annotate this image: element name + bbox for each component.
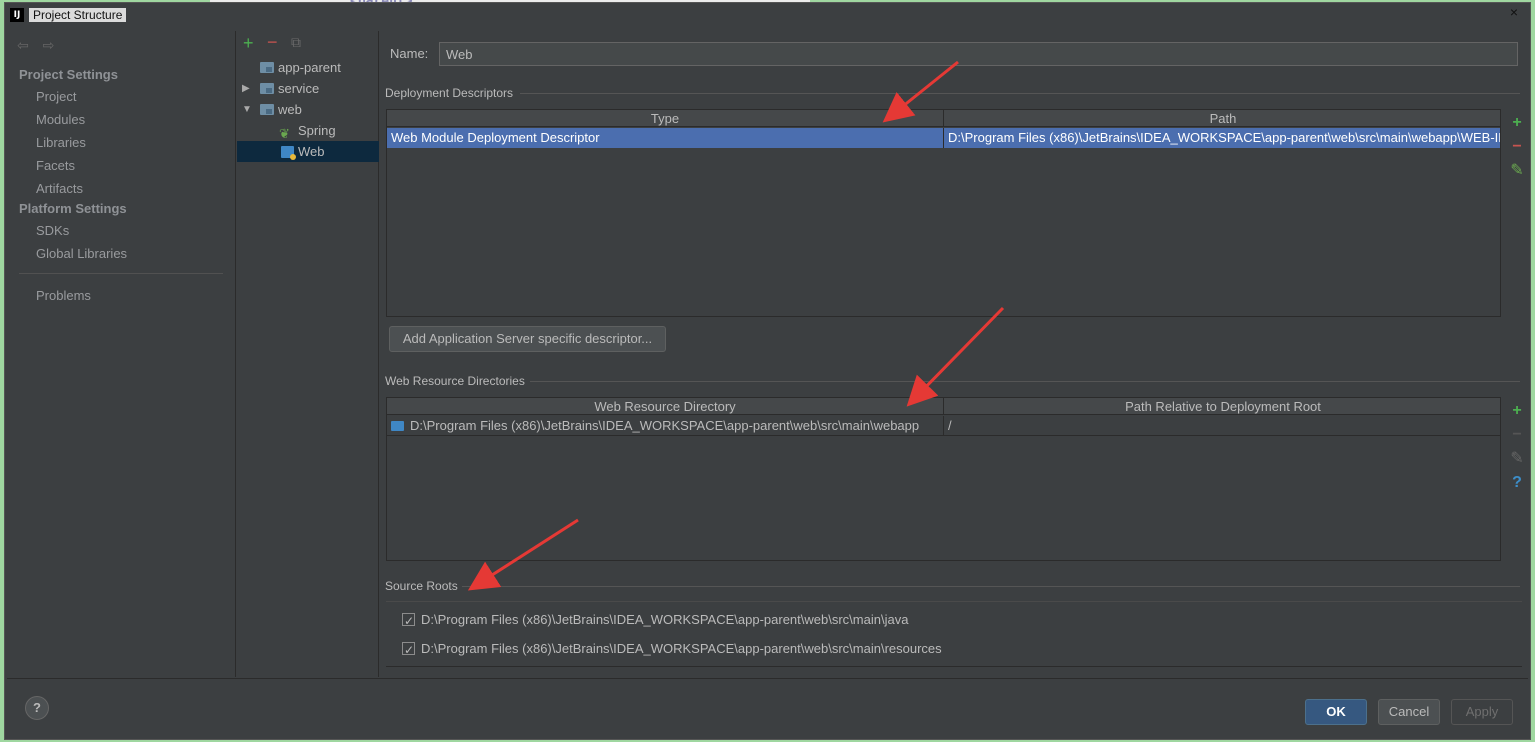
nav-item-modules[interactable]: Modules (36, 112, 85, 127)
resource-dir-text: D:\Program Files (x86)\JetBrains\IDEA_WO… (410, 418, 920, 433)
column-header-relative-path[interactable]: Path Relative to Deployment Root (944, 398, 1502, 415)
name-field[interactable] (439, 42, 1518, 66)
module-tree: + − ⧉ app-parent ▶ service ▼ web ❦ Sprin… (237, 31, 379, 677)
add-icon[interactable]: + (243, 33, 254, 54)
table-header: Web Resource Directory Path Relative to … (387, 398, 1500, 415)
forward-arrow-icon[interactable]: ⇨ (43, 37, 55, 53)
tree-item-label: web (278, 102, 302, 117)
add-icon[interactable]: + (1504, 399, 1530, 423)
source-roots-panel: D:\Program Files (x86)\JetBrains\IDEA_WO… (386, 601, 1522, 667)
expand-arrow-icon[interactable]: ▶ (242, 78, 250, 99)
platform-settings-heading: Platform Settings (19, 201, 127, 216)
name-label: Name: (390, 46, 429, 61)
module-folder-icon (260, 62, 274, 73)
nav-item-project[interactable]: Project (36, 89, 76, 104)
tree-item-app-parent[interactable]: app-parent (237, 57, 379, 78)
back-arrow-icon[interactable]: ⇦ (17, 37, 29, 53)
nav-item-sdks[interactable]: SDKs (36, 223, 69, 238)
source-root-resources[interactable]: D:\Program Files (x86)\JetBrains\IDEA_WO… (402, 639, 942, 660)
nav-divider (19, 273, 223, 274)
column-header-web-resource-directory[interactable]: Web Resource Directory (387, 398, 944, 415)
nav-item-problems[interactable]: Problems (36, 288, 91, 303)
module-folder-icon (260, 83, 274, 94)
nav-item-global-libraries[interactable]: Global Libraries (36, 246, 127, 261)
source-root-java[interactable]: D:\Program Files (x86)\JetBrains\IDEA_WO… (402, 610, 909, 631)
add-server-descriptor-button[interactable]: Add Application Server specific descript… (389, 326, 666, 352)
web-facet-icon (281, 146, 296, 160)
deployment-side-toolbar: + − ✎ (1504, 111, 1530, 183)
module-folder-icon (260, 104, 274, 115)
nav-arrows: ⇦ ⇨ (17, 37, 64, 54)
web-resource-directories-heading: Web Resource Directories (385, 374, 525, 388)
apply-button: Apply (1451, 699, 1513, 725)
close-icon[interactable]: × (1510, 4, 1518, 20)
column-header-path[interactable]: Path (944, 110, 1502, 127)
dialog-button-bar: ? OK Cancel Apply (7, 678, 1528, 738)
remove-icon[interactable]: − (1504, 135, 1530, 159)
table-row[interactable]: Web Module Deployment Descriptor D:\Prog… (387, 128, 1500, 148)
tree-item-label: Web (298, 144, 325, 159)
settings-nav: ⇦ ⇨ Project Settings Project Modules Lib… (7, 31, 236, 677)
column-header-type[interactable]: Type (387, 110, 944, 127)
resources-side-toolbar: + − ✎ ? (1504, 399, 1530, 495)
relative-path-cell: / (948, 418, 952, 433)
edit-icon[interactable]: ✎ (1504, 159, 1530, 183)
source-root-path: D:\Program Files (x86)\JetBrains\IDEA_WO… (421, 612, 909, 627)
project-structure-dialog: IJ Project Structure × ⇦ ⇨ Project Setti… (4, 2, 1531, 740)
deployment-descriptors-heading: Deployment Descriptors (385, 86, 514, 100)
source-roots-heading: Source Roots (385, 579, 458, 593)
group-divider (530, 381, 1520, 382)
tree-item-spring[interactable]: ❦ Spring (237, 120, 379, 141)
help-icon[interactable]: ? (1504, 471, 1530, 495)
nav-item-facets[interactable]: Facets (36, 158, 75, 173)
resource-dir-cell: D:\Program Files (x86)\JetBrains\IDEA_WO… (387, 416, 944, 436)
nav-item-artifacts[interactable]: Artifacts (36, 181, 83, 196)
ok-button[interactable]: OK (1305, 699, 1367, 725)
remove-icon[interactable]: − (267, 32, 278, 53)
checkbox-checked[interactable] (402, 611, 415, 631)
edit-icon: ✎ (1510, 450, 1524, 467)
intellij-icon: IJ (10, 8, 24, 22)
tree-item-service[interactable]: ▶ service (237, 78, 379, 99)
checkbox-checked[interactable] (402, 640, 415, 660)
tree-item-label: Spring (298, 123, 336, 138)
project-settings-heading: Project Settings (19, 67, 118, 82)
descriptor-path-cell: D:\Program Files (x86)\JetBrains\IDEA_WO… (948, 130, 1500, 145)
window-title: Project Structure (29, 8, 127, 22)
table-header: Type Path (387, 110, 1500, 127)
table-row[interactable]: D:\Program Files (x86)\JetBrains\IDEA_WO… (387, 416, 1500, 436)
cancel-button[interactable]: Cancel (1378, 699, 1440, 725)
deployment-descriptors-table: Type Path Web Module Deployment Descript… (386, 109, 1501, 317)
add-icon[interactable]: + (1504, 111, 1530, 135)
web-resource-table: Web Resource Directory Path Relative to … (386, 397, 1501, 561)
tree-item-web-facet[interactable]: Web (237, 141, 379, 162)
group-divider (462, 586, 1520, 587)
help-button[interactable]: ? (25, 696, 49, 720)
tree-item-label: service (278, 81, 320, 96)
remove-icon: − (1512, 426, 1522, 443)
source-root-path: D:\Program Files (x86)\JetBrains\IDEA_WO… (421, 641, 942, 656)
tree-item-label: app-parent (278, 60, 341, 75)
tree-item-web[interactable]: ▼ web (237, 99, 379, 120)
descriptor-type-cell: Web Module Deployment Descriptor (387, 128, 944, 148)
web-folder-icon (391, 421, 404, 431)
facet-settings: Name: Deployment Descriptors Type Path W… (380, 31, 1528, 677)
nav-item-libraries[interactable]: Libraries (36, 135, 86, 150)
copy-icon[interactable]: ⧉ (291, 34, 301, 51)
collapse-arrow-icon[interactable]: ▼ (242, 99, 252, 120)
title-bar: IJ Project Structure × (5, 3, 1530, 29)
group-divider (520, 93, 1520, 94)
